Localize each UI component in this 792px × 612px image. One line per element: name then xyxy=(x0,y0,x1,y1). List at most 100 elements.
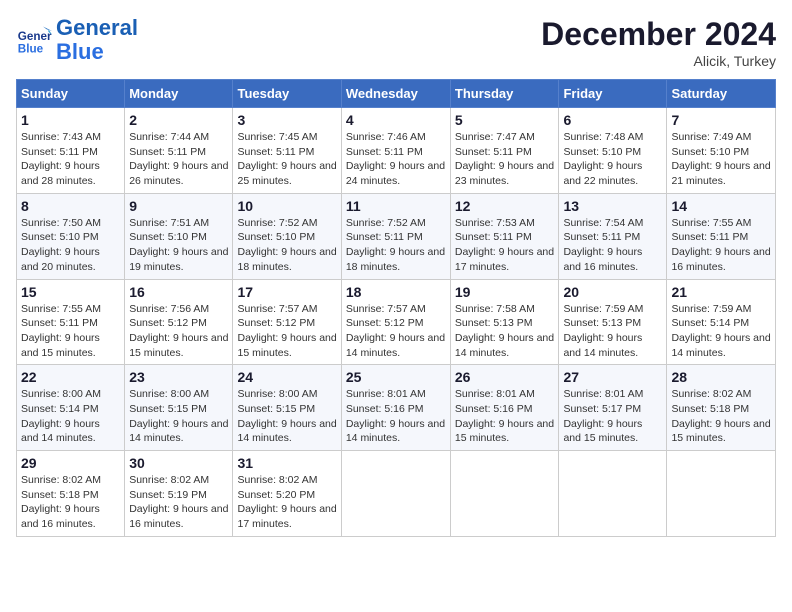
calendar-day: 15 Sunrise: 7:55 AM Sunset: 5:11 PM Dayli… xyxy=(17,279,125,365)
day-number: 31 xyxy=(237,455,336,471)
day-info: Sunrise: 7:56 AM Sunset: 5:12 PM Dayligh… xyxy=(129,302,228,361)
day-info: Sunrise: 7:47 AM Sunset: 5:11 PM Dayligh… xyxy=(455,130,555,189)
day-number: 24 xyxy=(237,369,336,385)
calendar-day: 16 Sunrise: 7:56 AM Sunset: 5:12 PM Dayli… xyxy=(125,279,233,365)
day-number: 17 xyxy=(237,284,336,300)
day-number: 8 xyxy=(21,198,120,214)
day-number: 5 xyxy=(455,112,555,128)
day-number: 23 xyxy=(129,369,228,385)
day-number: 18 xyxy=(346,284,446,300)
day-info: Sunrise: 7:59 AM Sunset: 5:14 PM Dayligh… xyxy=(671,302,771,361)
header: General Blue General Blue December 2024 … xyxy=(16,16,776,69)
calendar-day: 24 Sunrise: 8:00 AM Sunset: 5:15 PM Dayli… xyxy=(233,365,341,451)
day-number: 13 xyxy=(563,198,662,214)
day-info: Sunrise: 7:55 AM Sunset: 5:11 PM Dayligh… xyxy=(671,216,771,275)
day-info: Sunrise: 7:49 AM Sunset: 5:10 PM Dayligh… xyxy=(671,130,771,189)
day-number: 1 xyxy=(21,112,120,128)
calendar-day: 20Sunrise: 7:59 AM Sunset: 5:13 PM Dayli… xyxy=(559,279,667,365)
location: Alicik, Turkey xyxy=(541,53,776,69)
day-number: 22 xyxy=(21,369,120,385)
calendar-day: 12Sunrise: 7:53 AM Sunset: 5:11 PM Dayli… xyxy=(450,193,559,279)
day-info: Sunrise: 7:45 AM Sunset: 5:11 PM Dayligh… xyxy=(237,130,336,189)
day-number: 14 xyxy=(671,198,771,214)
calendar-day: 26 Sunrise: 8:01 AM Sunset: 5:16 PM Dayli… xyxy=(450,365,559,451)
empty-cell xyxy=(341,451,450,537)
day-info: Sunrise: 7:55 AM Sunset: 5:11 PM Dayligh… xyxy=(21,302,120,361)
day-number: 7 xyxy=(671,112,771,128)
day-info: Sunrise: 8:02 AM Sunset: 5:20 PM Dayligh… xyxy=(237,473,336,532)
day-number: 19 xyxy=(455,284,555,300)
day-number: 10 xyxy=(237,198,336,214)
day-info: Sunrise: 8:01 AM Sunset: 5:16 PM Dayligh… xyxy=(346,387,446,446)
day-of-week-header: Friday xyxy=(559,80,667,108)
day-number: 11 xyxy=(346,198,446,214)
empty-cell xyxy=(450,451,559,537)
day-info: Sunrise: 7:57 AM Sunset: 5:12 PM Dayligh… xyxy=(346,302,446,361)
day-info: Sunrise: 8:01 AM Sunset: 5:16 PM Dayligh… xyxy=(455,387,555,446)
logo: General Blue General Blue xyxy=(16,16,138,64)
day-number: 21 xyxy=(671,284,771,300)
calendar-day: 18 Sunrise: 7:57 AM Sunset: 5:12 PM Dayli… xyxy=(341,279,450,365)
day-number: 16 xyxy=(129,284,228,300)
day-number: 2 xyxy=(129,112,228,128)
day-of-week-header: Tuesday xyxy=(233,80,341,108)
calendar-day: 29 Sunrise: 8:02 AM Sunset: 5:18 PM Dayli… xyxy=(17,451,125,537)
day-number: 6 xyxy=(563,112,662,128)
empty-cell xyxy=(667,451,776,537)
calendar-day: 14 Sunrise: 7:55 AM Sunset: 5:11 PM Dayli… xyxy=(667,193,776,279)
day-info: Sunrise: 8:01 AM Sunset: 5:17 PM Dayligh… xyxy=(563,387,662,446)
calendar-day: 27 Sunrise: 8:01 AM Sunset: 5:17 PM Dayli… xyxy=(559,365,667,451)
calendar: SundayMondayTuesdayWednesdayThursdayFrid… xyxy=(16,79,776,537)
day-number: 30 xyxy=(129,455,228,471)
day-number: 9 xyxy=(129,198,228,214)
day-info: Sunrise: 7:48 AM Sunset: 5:10 PM Dayligh… xyxy=(563,130,662,189)
day-info: Sunrise: 7:54 AM Sunset: 5:11 PM Dayligh… xyxy=(563,216,662,275)
calendar-day: 22Sunrise: 8:00 AM Sunset: 5:14 PM Dayli… xyxy=(17,365,125,451)
day-number: 27 xyxy=(563,369,662,385)
logo-icon: General Blue xyxy=(16,22,52,58)
day-number: 20 xyxy=(563,284,662,300)
calendar-day: 9 Sunrise: 7:51 AM Sunset: 5:10 PM Daylig… xyxy=(125,193,233,279)
calendar-day: 11 Sunrise: 7:52 AM Sunset: 5:11 PM Dayli… xyxy=(341,193,450,279)
title-area: December 2024 Alicik, Turkey xyxy=(541,16,776,69)
day-info: Sunrise: 7:52 AM Sunset: 5:10 PM Dayligh… xyxy=(237,216,336,275)
day-info: Sunrise: 7:51 AM Sunset: 5:10 PM Dayligh… xyxy=(129,216,228,275)
calendar-day: 25 Sunrise: 8:01 AM Sunset: 5:16 PM Dayli… xyxy=(341,365,450,451)
calendar-day: 1 Sunrise: 7:43 AM Sunset: 5:11 PM Daylig… xyxy=(17,108,125,194)
day-number: 28 xyxy=(671,369,771,385)
calendar-day: 7 Sunrise: 7:49 AM Sunset: 5:10 PM Daylig… xyxy=(667,108,776,194)
day-number: 3 xyxy=(237,112,336,128)
day-of-week-header: Saturday xyxy=(667,80,776,108)
day-of-week-header: Wednesday xyxy=(341,80,450,108)
calendar-day: 8 Sunrise: 7:50 AM Sunset: 5:10 PM Daylig… xyxy=(17,193,125,279)
day-number: 26 xyxy=(455,369,555,385)
day-info: Sunrise: 7:58 AM Sunset: 5:13 PM Dayligh… xyxy=(455,302,555,361)
day-info: Sunrise: 7:52 AM Sunset: 5:11 PM Dayligh… xyxy=(346,216,446,275)
calendar-day: 31 Sunrise: 8:02 AM Sunset: 5:20 PM Dayli… xyxy=(233,451,341,537)
day-info: Sunrise: 7:46 AM Sunset: 5:11 PM Dayligh… xyxy=(346,130,446,189)
day-of-week-header: Thursday xyxy=(450,80,559,108)
calendar-day: 5 Sunrise: 7:47 AM Sunset: 5:11 PM Daylig… xyxy=(450,108,559,194)
day-info: Sunrise: 8:00 AM Sunset: 5:15 PM Dayligh… xyxy=(237,387,336,446)
day-info: Sunrise: 8:02 AM Sunset: 5:18 PM Dayligh… xyxy=(671,387,771,446)
day-number: 25 xyxy=(346,369,446,385)
day-info: Sunrise: 7:43 AM Sunset: 5:11 PM Dayligh… xyxy=(21,130,120,189)
day-number: 4 xyxy=(346,112,446,128)
calendar-day: 13 Sunrise: 7:54 AM Sunset: 5:11 PM Dayli… xyxy=(559,193,667,279)
day-number: 15 xyxy=(21,284,120,300)
calendar-day: 30Sunrise: 8:02 AM Sunset: 5:19 PM Dayli… xyxy=(125,451,233,537)
day-info: Sunrise: 8:00 AM Sunset: 5:15 PM Dayligh… xyxy=(129,387,228,446)
calendar-day: 2Sunrise: 7:44 AM Sunset: 5:11 PM Daylig… xyxy=(125,108,233,194)
day-of-week-header: Sunday xyxy=(17,80,125,108)
logo-blue: Blue xyxy=(56,39,104,64)
svg-text:Blue: Blue xyxy=(18,43,44,56)
day-info: Sunrise: 7:57 AM Sunset: 5:12 PM Dayligh… xyxy=(237,302,336,361)
day-info: Sunrise: 8:02 AM Sunset: 5:18 PM Dayligh… xyxy=(21,473,120,532)
day-info: Sunrise: 7:53 AM Sunset: 5:11 PM Dayligh… xyxy=(455,216,555,275)
calendar-day: 28 Sunrise: 8:02 AM Sunset: 5:18 PM Dayli… xyxy=(667,365,776,451)
calendar-day: 19 Sunrise: 7:58 AM Sunset: 5:13 PM Dayli… xyxy=(450,279,559,365)
day-of-week-header: Monday xyxy=(125,80,233,108)
calendar-day: 6 Sunrise: 7:48 AM Sunset: 5:10 PM Daylig… xyxy=(559,108,667,194)
day-info: Sunrise: 7:50 AM Sunset: 5:10 PM Dayligh… xyxy=(21,216,120,275)
day-number: 29 xyxy=(21,455,120,471)
